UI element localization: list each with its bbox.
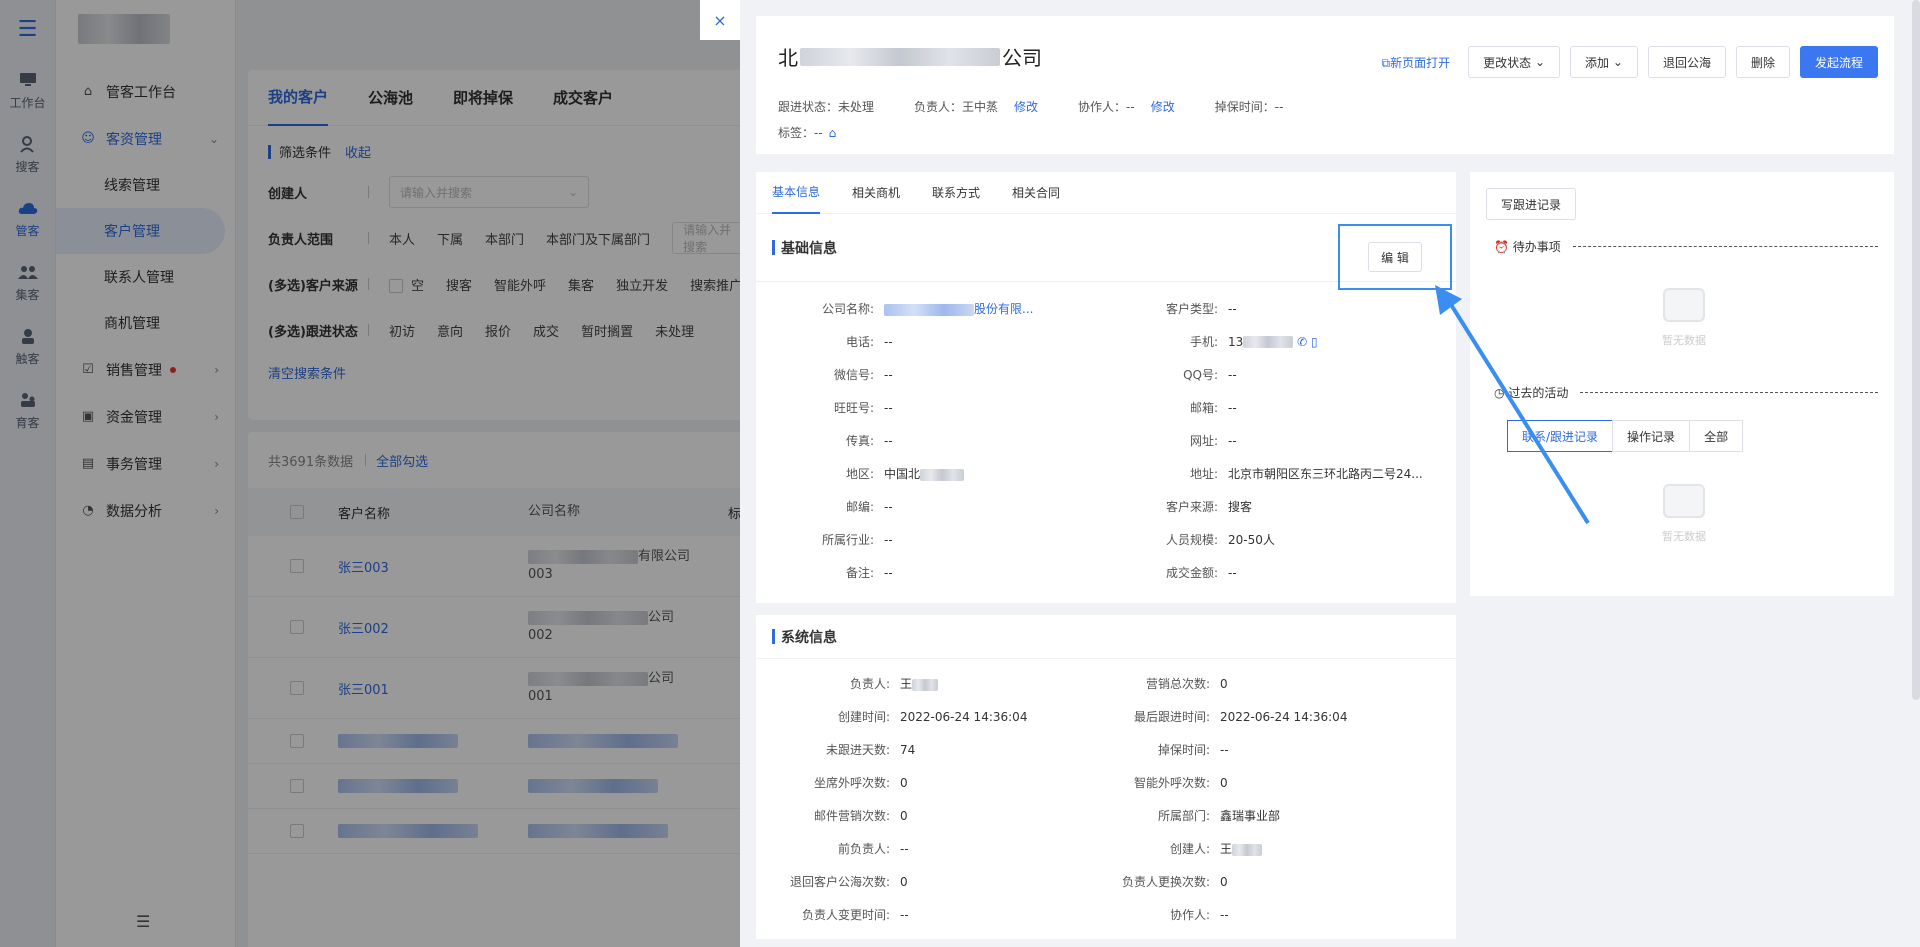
field-row: 未跟进天数: 74 掉保时间: -- [825, 742, 1229, 758]
tag-icon[interactable]: ⌂ [829, 126, 837, 140]
owner: 负责人：王中蒸 [914, 100, 999, 114]
basic-fields: 公司名称: 股份有限... 客户类型: -- 电话: -- 手机: 13 ✆ ▯ 微信号: -… [756, 282, 1456, 603]
detail-header: 北 公司 ⧉新页面打开 更改状态 ⌄ 添加 ⌄ 退回公海 删除 发起流程 跟进状… [756, 16, 1894, 154]
external-link-icon: ⧉ [1381, 55, 1391, 70]
field-row: 坐席外呼次数: 0 智能外呼次数: 0 [813, 775, 1228, 791]
system-fields: 负责人: 王营销总次数: 0 创建时间: 2022-06-24 14:36:04 最后跟… [756, 659, 1456, 939]
field-row: 创建时间: 2022-06-24 14:36:04 最后跟进时间: 2022-06-2… [837, 709, 1348, 725]
system-info-heading: 系统信息 [756, 615, 1456, 659]
tag-row: 标签：-- ⌂ [778, 126, 837, 140]
tab-opportunities[interactable]: 相关商机 [852, 172, 900, 214]
field-row: 公司名称: 股份有限... 客户类型: -- [821, 300, 1237, 317]
todo-empty: 暂无数据 [1654, 288, 1714, 348]
todo-section: ⏰ 待办事项 [1494, 238, 1878, 255]
field-row: 前负责人: -- 创建人: 王 [756, 832, 1456, 865]
mobile-icon[interactable]: ▯ [1311, 335, 1318, 349]
empty-inbox-icon [1663, 288, 1705, 322]
field-row: 微信号: -- QQ号: -- [833, 367, 1237, 383]
close-drawer-button[interactable]: × [700, 0, 740, 40]
field-row: 旺旺号: -- 邮箱: -- [833, 400, 1237, 416]
edit-assistant-link[interactable]: 修改 [1151, 100, 1175, 114]
add-button[interactable]: 添加 ⌄ [1570, 46, 1638, 78]
edit-button[interactable]: 编 辑 [1368, 242, 1422, 272]
return-pool-button[interactable]: 退回公海 [1647, 46, 1726, 78]
field-row: 退回客户公海次数: 0 负责人更换次数: 0 [789, 874, 1228, 890]
phone-icon[interactable]: ✆ [1297, 335, 1307, 349]
start-flow-button[interactable]: 发起流程 [1799, 46, 1878, 78]
field-row: 邮编: -- 客户来源: 搜客 [845, 499, 1253, 515]
customer-title: 北 公司 [778, 46, 1042, 70]
assistant: 协作人：-- [1078, 100, 1135, 114]
seg-all[interactable]: 全部 [1689, 420, 1744, 452]
tab-contracts[interactable]: 相关合同 [1012, 172, 1060, 214]
delete-button[interactable]: 删除 [1735, 46, 1790, 78]
close-icon: × [713, 10, 727, 30]
field-row: 所属行业: -- 人员规模: 20-50人 [821, 532, 1275, 548]
field-row: 传真: -- 网址: -- [845, 433, 1237, 449]
basic-info-card: 基本信息 相关商机 联系方式 相关合同 基础信息 编 辑 公司名称: 股份有限..… [756, 172, 1456, 603]
basic-info-heading: 基础信息 编 辑 [756, 214, 1456, 290]
write-followup-button[interactable]: 写跟进记录 [1486, 188, 1577, 220]
edit-owner-link[interactable]: 修改 [1014, 100, 1038, 114]
chevron-down-icon: ⌄ [1612, 55, 1623, 69]
detail-tabs: 基本信息 相关商机 联系方式 相关合同 [756, 172, 1456, 214]
field-row: 负责人: 王营销总次数: 0 [849, 676, 1228, 692]
open-new-page-link[interactable]: ⧉新页面打开 [1382, 54, 1451, 71]
system-info-card: 系统信息 负责人: 王营销总次数: 0 创建时间: 2022-06-24 14:36:… [756, 615, 1456, 939]
edit-highlight: 编 辑 [1338, 224, 1452, 290]
drawer-scrollbar[interactable] [1912, 0, 1920, 700]
alarm-icon: ⏰ [1494, 239, 1509, 254]
field-row: 负责人变更时间: -- 协作人: -- [801, 907, 1229, 923]
empty-inbox-icon [1663, 484, 1705, 518]
seg-operations[interactable]: 操作记录 [1612, 420, 1691, 452]
activity-empty: 暂无数据 [1654, 484, 1714, 544]
tab-contacts[interactable]: 联系方式 [932, 172, 980, 214]
company-name-link[interactable]: 股份有限... [874, 300, 1098, 317]
chevron-down-icon: ⌄ [1534, 55, 1546, 69]
field-row: 备注: -- 成交金额: -- [845, 565, 1237, 581]
detail-left: 基本信息 相关商机 联系方式 相关合同 基础信息 编 辑 公司名称: 股份有限..… [756, 172, 1456, 939]
tab-basic-info[interactable]: 基本信息 [772, 172, 821, 214]
field-row: 电话: -- 手机: 13 ✆ ▯ [845, 334, 1318, 350]
customer-detail-drawer: 北 公司 ⧉新页面打开 更改状态 ⌄ 添加 ⌄ 退回公海 删除 发起流程 跟进状… [740, 0, 1920, 947]
annotation-arrow [1435, 285, 1590, 525]
follow-status: 跟进状态：未处理 [778, 100, 875, 114]
field-row: 邮件营销次数: 0 所属部门: 鑫瑞事业部 [813, 808, 1281, 824]
header-meta: 跟进状态：未处理 负责人：王中蒸 修改 协作人：-- 修改 掉保时间：-- [778, 98, 1323, 115]
field-row: 地区: 中国北 地址: 北京市朝阳区东三环北路丙二号24... [845, 467, 1423, 481]
drop-time: 掉保时间：-- [1214, 100, 1284, 114]
change-status-button[interactable]: 更改状态 ⌄ [1468, 46, 1561, 78]
header-actions: ⧉新页面打开 更改状态 ⌄ 添加 ⌄ 退回公海 删除 发起流程 [1382, 46, 1878, 78]
